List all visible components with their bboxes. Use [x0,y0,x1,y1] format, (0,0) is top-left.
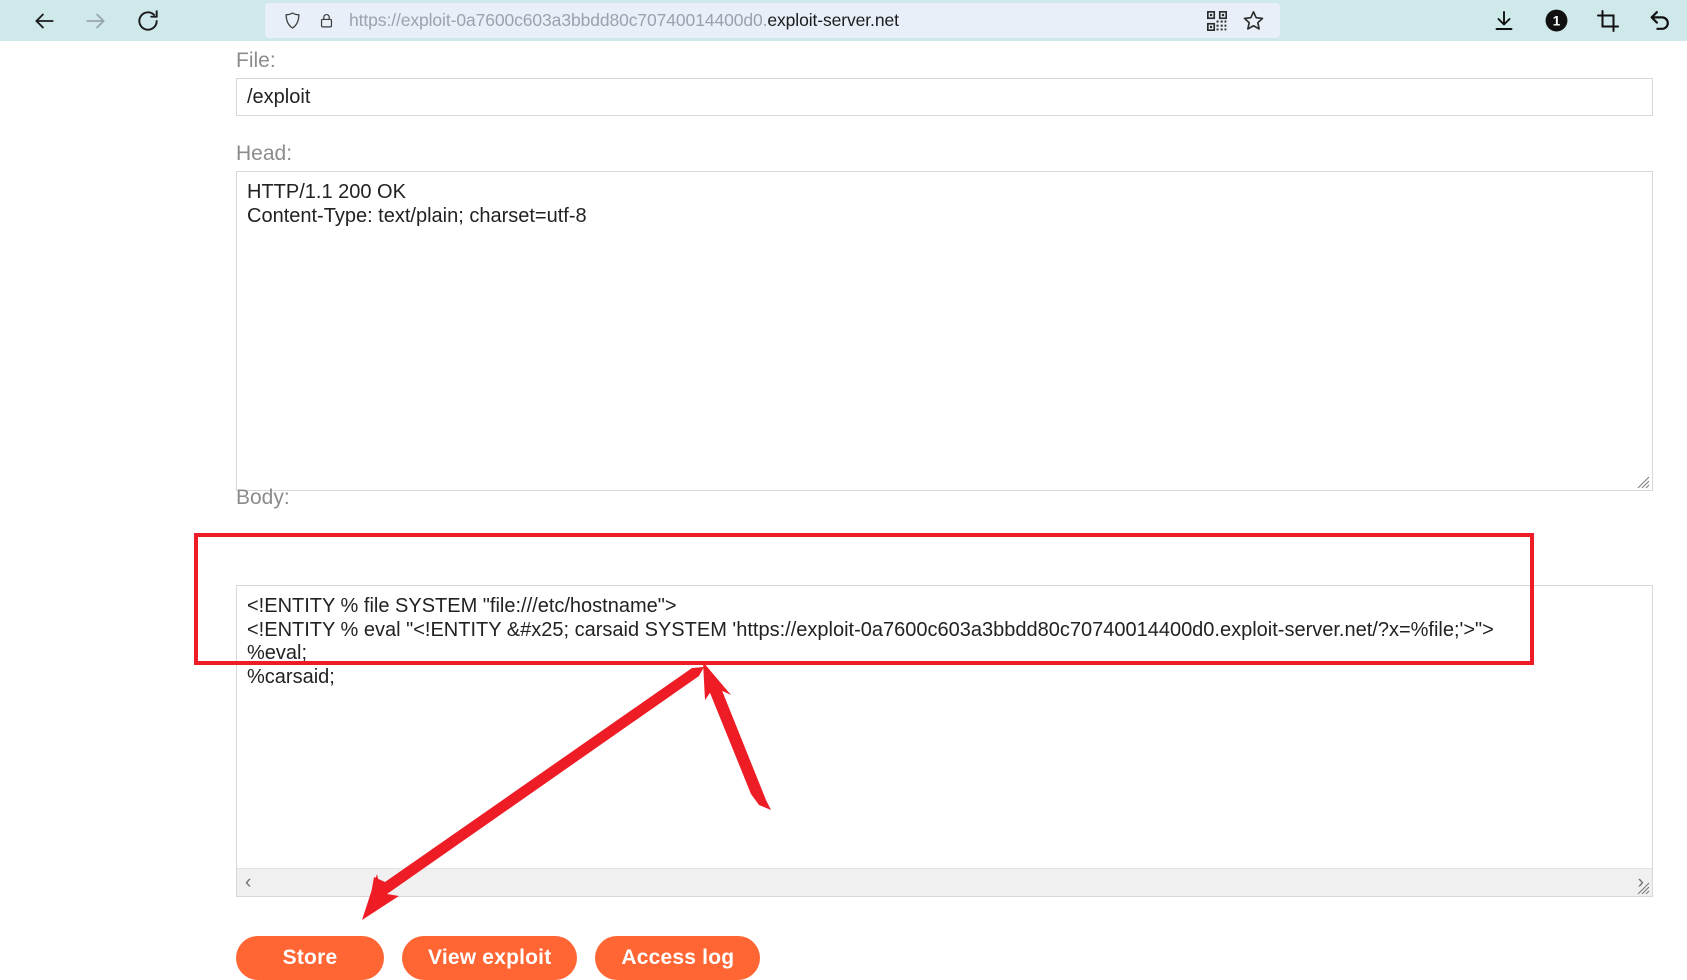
scroll-left-arrow-icon[interactable]: ‹ [245,873,251,892]
view-exploit-button[interactable]: View exploit [402,936,578,980]
shield-icon[interactable] [275,3,309,38]
browser-actions: 1 [1489,0,1675,41]
form-buttons: Store View exploit Access log [236,936,761,980]
file-label: File: [236,49,276,72]
browser-toolbar: https://exploit-0a7600c603a3bbdd80c70740… [0,0,1687,41]
address-bar-actions [1202,6,1270,36]
qr-code-icon[interactable] [1202,6,1232,36]
download-icon[interactable] [1489,6,1519,36]
url-prefix: https://exploit-0a7600c603a3bbdd80c70740… [349,10,768,30]
forward-button[interactable] [70,0,122,41]
padlock-icon[interactable] [309,3,343,38]
url-text: https://exploit-0a7600c603a3bbdd80c70740… [349,10,899,31]
exploit-server-page: File: Head: Body: ‹ › Store View exploit… [0,41,1687,980]
back-button[interactable] [18,0,70,41]
svg-text:1: 1 [1552,14,1560,29]
notification-badge-1-icon[interactable]: 1 [1541,6,1571,36]
url-domain: exploit-server.net [767,10,899,30]
store-button[interactable]: Store [236,936,384,980]
head-textarea[interactable] [236,171,1653,491]
reload-button[interactable] [122,0,174,41]
navigation-buttons [0,0,174,41]
body-textarea[interactable] [237,586,1652,860]
body-horizontal-scrollbar[interactable]: ‹ › [237,868,1652,896]
reload-icon [135,8,161,34]
scroll-right-arrow-icon[interactable]: › [1638,873,1644,892]
address-bar[interactable]: https://exploit-0a7600c603a3bbdd80c70740… [265,3,1280,38]
star-outline-icon[interactable] [1238,6,1268,36]
back-arrow-icon [31,8,57,34]
undo-arrow-icon[interactable] [1645,6,1675,36]
forward-arrow-icon [83,8,109,34]
body-field-wrapper: ‹ › [236,585,1653,897]
file-input[interactable] [236,78,1653,116]
head-label: Head: [236,142,293,165]
access-log-button[interactable]: Access log [595,936,761,980]
body-label: Body: [236,486,290,509]
crop-icon[interactable] [1593,6,1623,36]
